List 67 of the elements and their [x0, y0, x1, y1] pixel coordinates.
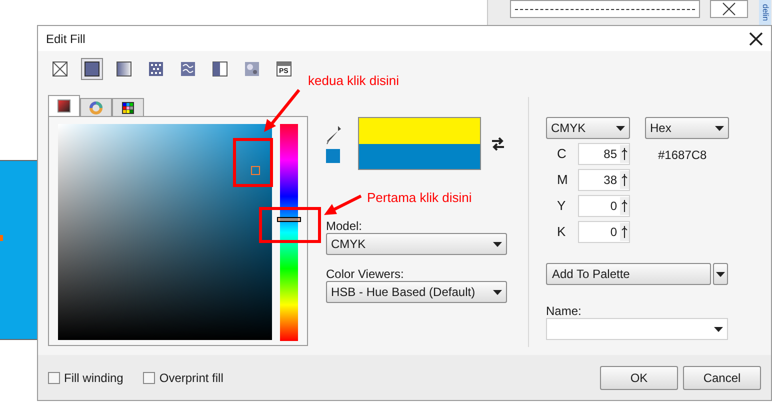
panel-tab[interactable]: delin: [759, 0, 771, 25]
fill-type-icon: [212, 61, 228, 77]
checkbox[interactable]: [143, 372, 156, 384]
model-label: Model:: [326, 218, 364, 233]
gradient-square-icon: [57, 99, 71, 113]
fill-type-icon: [148, 61, 164, 77]
component-field[interactable]: 0: [578, 221, 630, 243]
color-viewers-dropdown[interactable]: HSB - Hue Based (Default): [326, 281, 507, 303]
spin-icon[interactable]: [620, 223, 629, 241]
swap-arrows-icon[interactable]: [491, 136, 505, 150]
line-style-dropdown[interactable]: [510, 0, 700, 18]
eyedropper-icon[interactable]: [326, 124, 342, 144]
color-model-dropdown[interactable]: CMYK: [546, 117, 630, 139]
highlight-frame: [259, 207, 321, 243]
palette-menu-button[interactable]: [713, 263, 728, 285]
caret-icon: [493, 242, 502, 246]
color-viewers-label: Color Viewers:: [326, 266, 405, 281]
annotation-text: kedua klik disini: [308, 72, 400, 90]
spin-icon[interactable]: [620, 145, 629, 163]
component-label: Y: [556, 197, 567, 216]
current-color-chip: [326, 148, 340, 162]
annotation-arrow: [262, 88, 302, 133]
caret-icon: [714, 326, 723, 332]
checkbox-label: Fill winding: [64, 370, 124, 386]
name-label: Name:: [546, 303, 582, 318]
spin-icon[interactable]: [620, 197, 629, 215]
spin-icon[interactable]: [620, 171, 629, 189]
highlight-frame: [233, 138, 273, 187]
checkbox-label: Overprint fill: [159, 370, 224, 386]
hex-value: #1687C8: [658, 147, 707, 164]
fill-type-icon: [244, 61, 260, 77]
fill-type-icon: [116, 61, 132, 77]
component-field[interactable]: 0: [578, 195, 630, 217]
model-dropdown[interactable]: CMYK: [326, 233, 507, 255]
fill-type-icon: [180, 61, 196, 77]
component-label: K: [556, 223, 567, 242]
hue-slider[interactable]: [280, 124, 298, 341]
add-to-palette-button[interactable]: Add To Palette: [546, 263, 711, 285]
line-end-dropdown[interactable]: [710, 0, 748, 18]
viewer-tab[interactable]: [48, 95, 80, 116]
component-label: C: [556, 145, 568, 164]
fill-type-icon: [52, 61, 68, 77]
annotation-arrow: [323, 193, 363, 217]
hue-slider-thumb[interactable]: [277, 217, 301, 222]
dialog-button[interactable]: Cancel: [683, 366, 761, 390]
dialog-button[interactable]: OK: [600, 366, 678, 390]
fill-type-icon: [84, 61, 100, 77]
saturation-brightness-field[interactable]: [58, 124, 272, 340]
component-field[interactable]: 38: [578, 169, 630, 191]
window-title: Edit Fill: [46, 30, 86, 48]
value-format-dropdown[interactable]: Hex: [645, 117, 729, 139]
caret-icon: [715, 126, 724, 130]
caret-icon: [493, 290, 502, 294]
caret-icon: [716, 272, 725, 276]
component-label: M: [556, 171, 569, 190]
viewer-tab[interactable]: [112, 98, 144, 116]
cross-icon: [722, 2, 736, 16]
checkbox[interactable]: [48, 372, 60, 384]
picker-marker[interactable]: [251, 166, 260, 175]
fill-type-button[interactable]: [81, 58, 103, 80]
close-icon[interactable]: [749, 32, 763, 46]
component-field[interactable]: 85: [578, 143, 630, 165]
swatch-grid-icon: [121, 100, 135, 114]
caret-icon: [616, 126, 625, 130]
name-combo-field[interactable]: [546, 318, 728, 340]
color-wheel-icon: [89, 100, 103, 114]
annotation-text: Pertama klik disini: [367, 189, 472, 207]
